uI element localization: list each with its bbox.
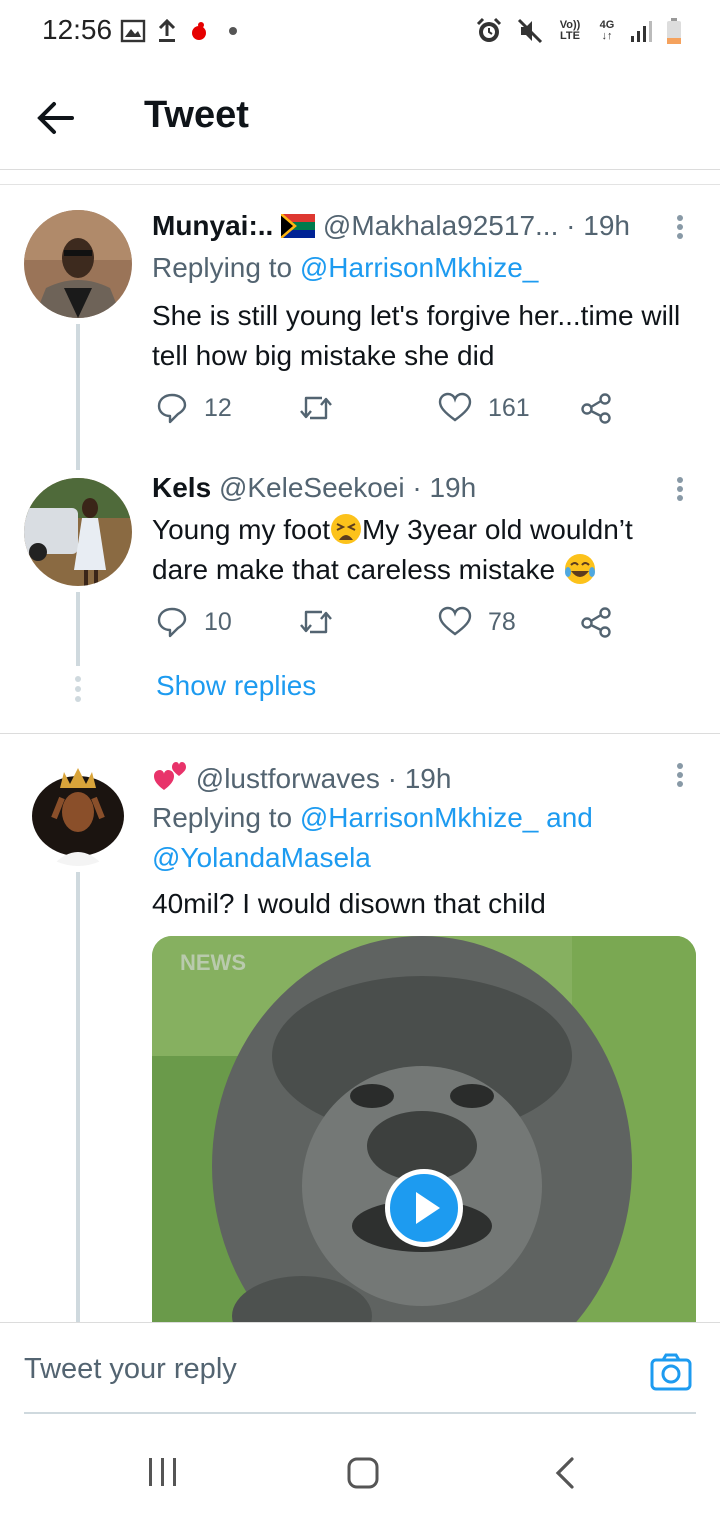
vodafone-icon <box>192 22 206 40</box>
share-icon <box>581 393 611 424</box>
reply-to-link[interactable]: @HarrisonMkhize_ <box>300 252 539 283</box>
tweet-text: She is still young let's forgive her...t… <box>152 300 681 371</box>
mute-icon <box>517 18 543 44</box>
reply-button[interactable]: 10 <box>156 606 232 638</box>
status-right: Vo)) LTE 4G ↓↑ <box>474 16 682 46</box>
home-icon[interactable] <box>346 1456 380 1490</box>
thread-line <box>76 592 80 666</box>
reply-count: 10 <box>204 607 232 636</box>
author-name[interactable]: Munyai:.. <box>152 210 273 241</box>
author-handle[interactable]: @Makhala92517... <box>323 210 558 241</box>
tweet-text: 40mil? I would disown that child <box>152 888 546 919</box>
author-handle[interactable]: @lustforwaves <box>196 763 380 794</box>
reply-bar: Tweet your reply <box>0 1322 720 1414</box>
replying-to: Replying to @HarrisonMkhize_ <box>152 252 539 283</box>
two-hearts-emoji-icon <box>154 762 186 790</box>
system-back-icon[interactable] <box>552 1456 578 1490</box>
like-count: 161 <box>488 393 530 422</box>
reply-icon <box>157 393 187 424</box>
tweet-time: · 19h <box>387 763 452 794</box>
camera-icon[interactable] <box>650 1353 692 1391</box>
heart-icon <box>438 606 472 636</box>
tears-of-joy-emoji-icon <box>564 554 595 584</box>
south-africa-flag-icon <box>280 213 316 239</box>
show-replies-link[interactable]: Show replies <box>156 670 316 702</box>
like-button[interactable]: 161 <box>438 392 530 424</box>
tweet-header: @lustforwaves · 19h <box>152 760 451 795</box>
network-type-icon: 4G ↓↑ <box>599 19 615 42</box>
tweet-actions: 10 78 <box>152 606 622 646</box>
replying-to: Replying to @HarrisonMkhize_ and <box>152 802 593 833</box>
retweet-icon <box>300 396 332 420</box>
author-name[interactable]: Kels <box>152 472 211 503</box>
reply-to-link[interactable]: @HarrisonMkhize_ <box>300 802 539 833</box>
volte-icon: Vo)) LTE <box>559 19 581 42</box>
top-app-bar: Tweet <box>0 66 720 170</box>
back-arrow-icon[interactable] <box>28 90 84 146</box>
reply-count: 12 <box>204 393 232 422</box>
reply-button[interactable]: 12 <box>156 392 232 424</box>
avatar[interactable] <box>24 758 132 866</box>
like-count: 78 <box>488 607 516 636</box>
retweet-button[interactable] <box>298 606 334 638</box>
video-thumbnail[interactable]: NEWS <box>152 936 696 1326</box>
gorilla-video-image: NEWS <box>152 936 696 1326</box>
separator <box>0 184 720 185</box>
battery-icon <box>667 18 681 44</box>
share-button[interactable] <box>580 392 612 424</box>
share-button[interactable] <box>580 606 612 638</box>
tweet-header: Munyai:.. @Makhala92517... · 19h <box>152 210 630 242</box>
play-button[interactable] <box>385 1169 463 1247</box>
tweet-header: Kels @KeleSeekoei · 19h <box>152 472 476 504</box>
gallery-icon <box>120 19 146 43</box>
thread-line <box>76 872 80 1322</box>
status-time: 12:56 <box>42 14 113 45</box>
more-options-icon[interactable] <box>670 760 690 796</box>
system-nav-bar <box>0 1416 720 1520</box>
retweet-button[interactable] <box>298 392 334 424</box>
more-notifications-icon <box>229 27 237 35</box>
tweet-text: Young my foot My 3year old wouldn’t dare… <box>152 514 633 585</box>
tweet-actions: 12 161 <box>152 392 622 432</box>
divider <box>0 733 720 734</box>
avatar[interactable] <box>24 210 132 318</box>
signal-icon <box>631 21 652 42</box>
play-icon <box>416 1192 440 1224</box>
share-icon <box>581 607 611 638</box>
tweet-time: · 19h <box>412 472 477 503</box>
recent-apps-icon[interactable] <box>146 1456 180 1488</box>
reply-icon <box>157 607 187 638</box>
retweet-icon <box>300 610 332 634</box>
news-watermark: NEWS <box>180 950 246 975</box>
status-bar: 12:56 Vo)) LTE 4G ↓↑ <box>0 0 720 64</box>
reply-to-link-2[interactable]: @YolandaMasela <box>152 842 371 874</box>
more-options-icon[interactable] <box>670 212 690 248</box>
thread-line <box>76 324 80 470</box>
like-button[interactable]: 78 <box>438 606 516 638</box>
reply-input[interactable]: Tweet your reply <box>24 1353 237 1386</box>
heart-icon <box>438 392 472 422</box>
tweet-time: · 19h <box>566 210 630 241</box>
page-title: Tweet <box>144 94 249 136</box>
more-options-icon[interactable] <box>670 474 690 510</box>
alarm-icon <box>476 17 502 42</box>
reply-underline <box>24 1412 696 1414</box>
author-handle[interactable]: @KeleSeekoei <box>219 472 405 503</box>
upload-icon <box>158 18 176 42</box>
weary-face-emoji-icon <box>330 514 361 544</box>
avatar[interactable] <box>24 478 132 586</box>
thread-dots <box>75 676 81 702</box>
